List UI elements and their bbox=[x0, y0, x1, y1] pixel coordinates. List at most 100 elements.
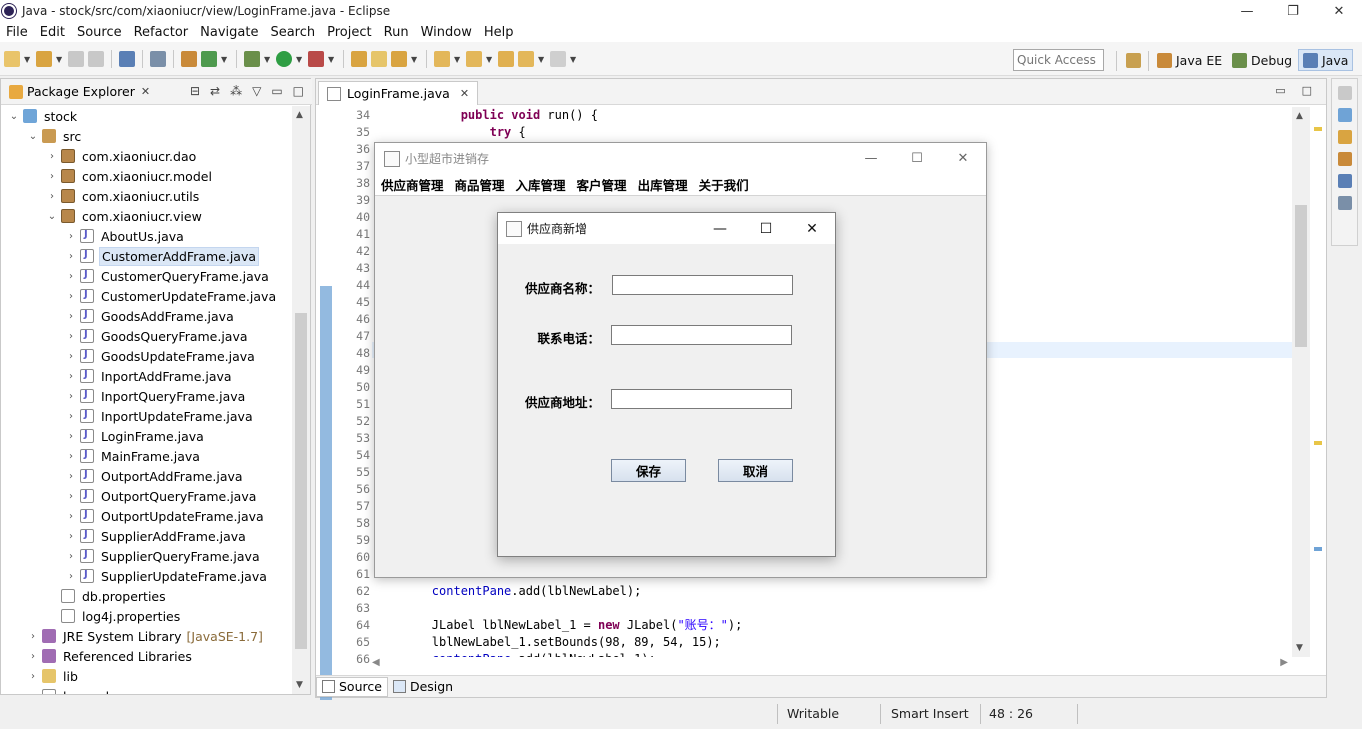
tree-item[interactable]: › CustomerUpdateFrame.java bbox=[1, 286, 293, 306]
last-edit-icon[interactable] bbox=[498, 51, 514, 67]
collapsed-arrow-icon[interactable]: › bbox=[64, 391, 78, 402]
package-explorer-tab[interactable]: Package Explorer ✕ ⊟ ⇄ ⁂ ▽ ▭ □ bbox=[1, 79, 312, 105]
dropdown-arrow-icon[interactable]: ▼ bbox=[570, 55, 578, 64]
collapsed-arrow-icon[interactable]: › bbox=[45, 151, 59, 162]
javadoc-icon[interactable] bbox=[1337, 108, 1352, 122]
quick-access-input[interactable] bbox=[1013, 49, 1104, 71]
tree-item[interactable]: › CustomerAddFrame.java bbox=[1, 246, 293, 266]
minimize-button[interactable]: — bbox=[1224, 0, 1270, 22]
open-type-icon[interactable] bbox=[351, 51, 367, 67]
menu-window[interactable]: Window bbox=[415, 25, 478, 40]
minimize-button[interactable]: — bbox=[697, 213, 743, 244]
minimize-icon[interactable]: ▭ bbox=[1275, 84, 1285, 97]
dropdown-arrow-icon[interactable]: ▼ bbox=[328, 55, 336, 64]
external-tools-icon[interactable] bbox=[308, 51, 324, 67]
perspective-java-ee[interactable]: Java EE bbox=[1157, 49, 1222, 71]
close-icon[interactable]: ✕ bbox=[460, 87, 469, 100]
tree-item[interactable]: › OutportUpdateFrame.java bbox=[1, 506, 293, 526]
collapsed-arrow-icon[interactable]: › bbox=[64, 231, 78, 242]
forward-icon[interactable] bbox=[550, 51, 566, 67]
menu-outport-management[interactable]: 出库管理 bbox=[638, 175, 688, 194]
collapsed-arrow-icon[interactable]: › bbox=[64, 471, 78, 482]
tree-item[interactable]: ⌄ com.xiaoniucr.view bbox=[1, 206, 293, 226]
menu-goods-management[interactable]: 商品管理 bbox=[455, 175, 505, 194]
menu-run[interactable]: Run bbox=[378, 25, 415, 40]
declaration-icon[interactable] bbox=[1337, 130, 1352, 144]
menu-navigate[interactable]: Navigate bbox=[194, 25, 264, 40]
tree-item[interactable]: › GoodsQueryFrame.java bbox=[1, 326, 293, 346]
tab-source[interactable]: Source bbox=[316, 676, 388, 697]
perspective-java[interactable]: Java bbox=[1298, 49, 1354, 71]
editor-scrollbar[interactable]: ▲ ▼ bbox=[1292, 107, 1310, 657]
dropdown-arrow-icon[interactable]: ▼ bbox=[24, 55, 32, 64]
collapsed-arrow-icon[interactable]: › bbox=[64, 431, 78, 442]
dropdown-arrow-icon[interactable]: ▼ bbox=[264, 55, 272, 64]
tree-item[interactable]: › com.xiaoniucr.dao bbox=[1, 146, 293, 166]
scroll-right-icon[interactable]: ▶ bbox=[1280, 657, 1288, 668]
tree-item[interactable]: ⌄ src bbox=[1, 126, 293, 146]
maximize-icon[interactable]: □ bbox=[293, 84, 304, 98]
collapsed-arrow-icon[interactable]: › bbox=[64, 291, 78, 302]
minimize-icon[interactable]: ▭ bbox=[271, 84, 282, 98]
expanded-arrow-icon[interactable]: ⌄ bbox=[7, 111, 21, 122]
tree-item[interactable]: › SupplierUpdateFrame.java bbox=[1, 566, 293, 586]
close-button[interactable]: ✕ bbox=[789, 213, 835, 244]
tree-item[interactable]: db.properties bbox=[1, 586, 293, 606]
collapsed-arrow-icon[interactable]: › bbox=[64, 551, 78, 562]
collapsed-arrow-icon[interactable]: › bbox=[64, 251, 78, 262]
dropdown-arrow-icon[interactable]: ▼ bbox=[486, 55, 494, 64]
expanded-arrow-icon[interactable]: ⌄ bbox=[45, 211, 59, 222]
new-package-icon[interactable] bbox=[36, 51, 52, 67]
annotation-marker[interactable] bbox=[1314, 127, 1322, 131]
supplier-name-input[interactable] bbox=[612, 275, 793, 295]
tree-item[interactable]: ⌄ stock bbox=[1, 106, 293, 126]
collapsed-arrow-icon[interactable]: › bbox=[64, 351, 78, 362]
menu-supplier-management[interactable]: 供应商管理 bbox=[381, 175, 444, 194]
tree-item[interactable]: › LoginFrame.java bbox=[1, 426, 293, 446]
tab-design[interactable]: Design bbox=[388, 677, 458, 697]
build-icon[interactable] bbox=[181, 51, 197, 67]
save-icon[interactable] bbox=[68, 51, 84, 67]
tree-item[interactable]: › com.xiaoniucr.model bbox=[1, 166, 293, 186]
back-icon[interactable] bbox=[518, 51, 534, 67]
maximize-button[interactable]: ❐ bbox=[1270, 0, 1316, 22]
tree-item[interactable]: › MainFrame.java bbox=[1, 446, 293, 466]
menu-inport-management[interactable]: 入库管理 bbox=[516, 175, 566, 194]
save-button[interactable]: 保存 bbox=[611, 459, 686, 482]
collapsed-arrow-icon[interactable]: › bbox=[26, 671, 40, 682]
save-all-icon[interactable] bbox=[88, 51, 104, 67]
open-perspective-icon[interactable] bbox=[1126, 53, 1141, 68]
tree-item[interactable]: log4j.properties bbox=[1, 606, 293, 626]
menu-project[interactable]: Project bbox=[321, 25, 377, 40]
supplier-address-input[interactable] bbox=[611, 389, 792, 409]
next-annotation-icon[interactable] bbox=[434, 51, 450, 67]
dropdown-arrow-icon[interactable]: ▼ bbox=[538, 55, 546, 64]
tree-item[interactable]: › InportUpdateFrame.java bbox=[1, 406, 293, 426]
tree-item[interactable]: › AboutUs.java bbox=[1, 226, 293, 246]
dropdown-arrow-icon[interactable]: ▼ bbox=[221, 55, 229, 64]
menu-help[interactable]: Help bbox=[478, 25, 520, 40]
dropdown-arrow-icon[interactable]: ▼ bbox=[411, 55, 419, 64]
close-button[interactable]: ✕ bbox=[940, 143, 986, 174]
tree-item[interactable]: › SupplierAddFrame.java bbox=[1, 526, 293, 546]
tree-item[interactable]: › OutportAddFrame.java bbox=[1, 466, 293, 486]
editor-tab-loginframe[interactable]: LoginFrame.java ✕ bbox=[318, 81, 479, 105]
maximize-button[interactable]: ☐ bbox=[894, 143, 940, 174]
menu-file[interactable]: File bbox=[0, 25, 34, 40]
collapsed-arrow-icon[interactable]: › bbox=[64, 411, 78, 422]
scroll-down-icon[interactable]: ▼ bbox=[1296, 643, 1303, 653]
collapse-all-icon[interactable]: ⊟ bbox=[190, 84, 200, 98]
annotation-marker[interactable] bbox=[1314, 547, 1322, 551]
collapsed-arrow-icon[interactable]: › bbox=[64, 571, 78, 582]
collapsed-arrow-icon[interactable]: › bbox=[26, 631, 40, 642]
tree-item[interactable]: › Referenced Libraries bbox=[1, 646, 293, 666]
restore-icon[interactable] bbox=[1337, 86, 1352, 100]
new-icon[interactable] bbox=[4, 51, 20, 67]
view-menu-icon[interactable]: ▽ bbox=[252, 84, 261, 98]
tree-item[interactable]: › InportAddFrame.java bbox=[1, 366, 293, 386]
tree-item[interactable]: › com.xiaoniucr.utils bbox=[1, 186, 293, 206]
dropdown-arrow-icon[interactable]: ▼ bbox=[296, 55, 304, 64]
maximize-button[interactable]: ☐ bbox=[743, 213, 789, 244]
menu-customer-management[interactable]: 客户管理 bbox=[577, 175, 627, 194]
open-folder-icon[interactable] bbox=[371, 51, 387, 67]
